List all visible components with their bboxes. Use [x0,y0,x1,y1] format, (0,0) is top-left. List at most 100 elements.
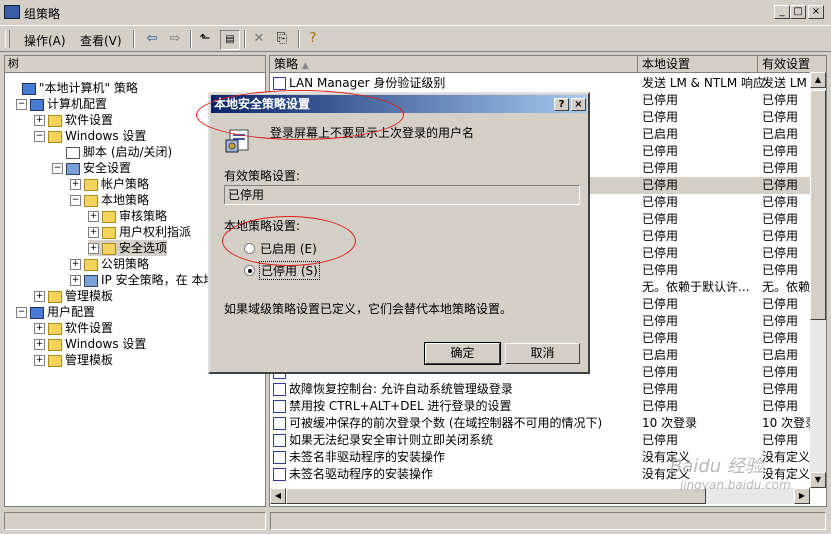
local-setting-cell: 已停用 [642,246,679,260]
tree-item[interactable]: − 计算机配置 [16,96,107,112]
forward-arrow-icon[interactable]: ⇨ [166,30,184,48]
tree-item-label: 安全选项 [119,241,168,255]
vertical-scrollbar[interactable]: ▲ ▼ [810,72,826,488]
expand-icon[interactable]: + [34,355,45,366]
tree-item[interactable]: 脚本 (启动/关闭) [52,144,172,160]
tree-item[interactable]: + 用户权利指派 [88,224,191,240]
menu-action[interactable]: 操作(A) [24,32,66,49]
tree-item[interactable]: + 公钥策略 [70,256,149,272]
status-panel [4,512,266,530]
expand-icon[interactable]: + [88,243,99,254]
tree-item[interactable]: − 安全设置 [52,160,131,176]
local-setting-cell: 已停用 [642,297,679,311]
tree-item[interactable]: + 审核策略 [88,208,167,224]
expand-icon[interactable]: + [70,275,81,286]
enabled-radio[interactable] [244,243,255,254]
scroll-thumb-h[interactable] [286,488,706,504]
computer-icon [30,98,44,111]
collapse-icon[interactable]: − [52,163,63,174]
expand-icon[interactable]: + [34,291,45,302]
policy-name-cell: 未签名驱动程序的安装操作 [289,467,434,481]
collapse-icon[interactable]: − [16,307,27,318]
watermark-logo: Baidu 经验 [670,456,763,477]
tree-item[interactable]: − 本地策略 [70,192,149,208]
tree-item[interactable]: − 用户配置 [16,304,95,320]
local-setting-cell: 10 次登录 [642,416,698,430]
back-arrow-icon[interactable]: ⇦ [143,30,161,48]
column-header-policy[interactable]: 策略 ▲ [270,56,638,73]
show-hide-tree-icon[interactable]: ▤ [220,30,240,50]
status-panel [270,512,826,530]
tree-item-label: Windows 设置 [65,129,147,143]
effective-setting-cell: 已停用 [762,365,799,379]
expand-icon[interactable]: + [70,179,81,190]
scroll-left-button[interactable]: ◀ [270,488,286,504]
close-button[interactable]: × [808,5,824,19]
policy-row[interactable]: 禁用按 CTRL+ALT+DEL 进行登录的设置 已停用 已停用 [270,398,826,415]
effective-setting-cell: 已停用 [762,161,799,175]
collapse-icon[interactable]: − [34,131,45,142]
disabled-radio-label[interactable]: 已停用 (S) [259,261,320,280]
dialog-close-button[interactable]: × [571,98,586,111]
column-header-effective[interactable]: 有效设置 [758,56,826,73]
scroll-down-button[interactable]: ▼ [810,472,826,488]
tree-item[interactable]: + 软件设置 [34,112,113,128]
scroll-thumb[interactable] [810,90,826,320]
tree-item[interactable]: + 软件设置 [34,320,113,336]
local-setting-cell: 无。依赖于默认许... [642,280,750,294]
tree-item[interactable]: + 管理模板 [34,352,113,368]
minimize-button[interactable]: _ [774,5,790,19]
expand-icon[interactable]: + [88,227,99,238]
folder-icon [48,290,62,303]
local-setting-cell: 已停用 [642,399,679,413]
tree-item-label: 公钥策略 [101,257,150,271]
local-setting-cell: 已停用 [642,195,679,209]
expand-icon[interactable]: + [88,211,99,222]
expand-icon[interactable]: + [34,323,45,334]
dialog-help-button[interactable]: ? [554,98,569,111]
up-folder-icon[interactable]: ⬑ [196,30,214,48]
policy-name: 登录屏幕上不要显示上次登录的用户名 [270,126,475,140]
expand-icon[interactable]: + [70,259,81,270]
policy-row[interactable]: 如果无法纪录安全审计则立即关闭系统 已停用 已停用 [270,432,826,449]
delete-icon[interactable]: ✕ [250,30,268,48]
tree-item[interactable]: + IP 安全策略，在 本地 [70,272,215,288]
expand-icon[interactable]: + [34,115,45,126]
effective-setting-cell: 已停用 [762,382,799,396]
maximize-button[interactable]: □ [790,5,806,19]
effective-setting-cell: 已停用 [762,314,799,328]
collapse-icon[interactable]: − [16,99,27,110]
tree-header: 树 [5,56,265,73]
help-icon[interactable]: ? [304,30,322,48]
tree-item[interactable]: + 安全选项 [88,240,168,256]
policy-name-cell: 故障恢复控制台: 允许自动系统管理级登录 [289,382,513,396]
effective-setting-cell: 已停用 [762,331,799,345]
scroll-right-button[interactable]: ▶ [794,488,810,504]
expand-icon[interactable]: + [34,339,45,350]
folder-icon [48,114,62,127]
scroll-up-button[interactable]: ▲ [810,72,826,88]
tree-item[interactable]: + Windows 设置 [34,336,146,352]
collapse-icon[interactable]: − [70,195,81,206]
cancel-button[interactable]: 取消 [505,343,580,364]
toolbar-separator [298,30,300,48]
sort-arrow-icon: ▲ [301,61,309,71]
column-header-local[interactable]: 本地设置 [638,56,758,73]
tree-item[interactable]: − Windows 设置 [34,128,146,144]
ok-button[interactable]: 确定 [424,342,501,365]
enabled-radio-label[interactable]: 已启用 (E) [260,240,317,257]
local-setting-cell: 已停用 [642,110,679,124]
policy-row[interactable]: 可被缓冲保存的前次登录个数 (在域控制器不可用的情况下) 10 次登录 10 次登录 [270,415,826,432]
export-list-icon[interactable]: ⎘ [273,30,291,48]
menu-view[interactable]: 查看(V) [80,32,122,49]
toolbar: 操作(A) 查看(V) ⇦ ⇨ ⬑ ▤ ✕ ⎘ ? [0,25,831,52]
policy-row[interactable]: 故障恢复控制台: 允许自动系统管理级登录 已停用 已停用 [270,381,826,398]
tree-item[interactable]: + 管理模板 [34,288,113,304]
tree-item[interactable]: "本地计算机" 策略 [8,80,138,96]
effective-setting-cell: 10 次登录 [762,416,818,430]
disabled-radio[interactable] [244,265,255,276]
tree-item[interactable]: + 帐户策略 [70,176,149,192]
folder-icon [84,178,98,191]
policy-row[interactable]: LAN Manager 身份验证级别 发送 LM & NTLM 响应 发送 LM & [270,75,826,92]
folder-icon [84,194,98,207]
